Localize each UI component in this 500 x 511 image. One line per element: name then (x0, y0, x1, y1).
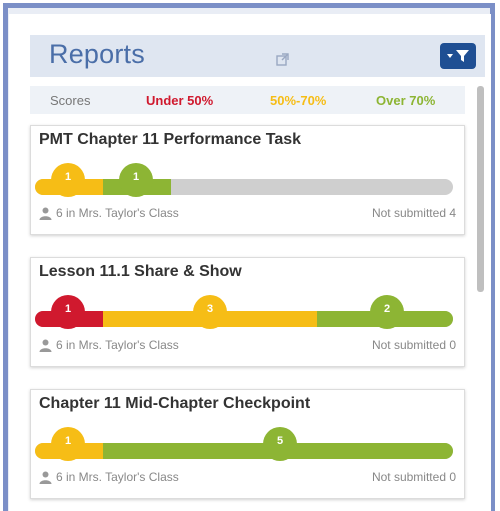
filter-button[interactable] (440, 43, 476, 69)
legend-over: Over 70% (376, 93, 436, 108)
class-info: 6 in Mrs. Taylor's Class (39, 470, 179, 484)
reports-header: Reports (30, 35, 485, 77)
count-mid: 1 (51, 163, 85, 197)
report-card[interactable]: Lesson 11.1 Share & Show 1 3 2 6 in Mrs.… (30, 257, 465, 367)
report-title: Lesson 11.1 Share & Show (39, 263, 242, 280)
count-mid: 3 (193, 295, 227, 329)
report-card[interactable]: Chapter 11 Mid-Chapter Checkpoint 1 5 6 … (30, 389, 465, 499)
count-over: 5 (263, 427, 297, 461)
not-submitted: Not submitted 4 (371, 206, 456, 220)
person-icon (39, 339, 52, 352)
score-bar (35, 179, 453, 195)
not-submitted: Not submitted 0 (371, 338, 456, 352)
legend-under: Under 50% (146, 93, 214, 108)
not-submitted: Not submitted 0 (371, 470, 456, 484)
count-over: 2 (370, 295, 404, 329)
person-icon (39, 207, 52, 220)
legend-mid: 50%-70% (270, 93, 327, 108)
class-info: 6 in Mrs. Taylor's Class (39, 206, 179, 220)
legend-scores: Scores (50, 93, 91, 108)
score-bar (35, 443, 453, 459)
count-over: 1 (119, 163, 153, 197)
count-under: 1 (51, 295, 85, 329)
person-icon (39, 471, 52, 484)
count-mid: 1 (51, 427, 85, 461)
filter-icon (447, 50, 469, 62)
scrollbar[interactable] (477, 86, 484, 292)
page-title: Reports (49, 39, 145, 69)
class-text: 6 in Mrs. Taylor's Class (56, 206, 179, 220)
class-info: 6 in Mrs. Taylor's Class (39, 338, 179, 352)
report-title: Chapter 11 Mid-Chapter Checkpoint (39, 395, 311, 412)
class-text: 6 in Mrs. Taylor's Class (56, 470, 179, 484)
class-text: 6 in Mrs. Taylor's Class (56, 338, 179, 352)
score-legend: Scores Under 50% 50%-70% Over 70% (30, 86, 465, 114)
report-card[interactable]: PMT Chapter 11 Performance Task 1 1 6 in… (30, 125, 465, 235)
report-title: PMT Chapter 11 Performance Task (39, 131, 302, 148)
